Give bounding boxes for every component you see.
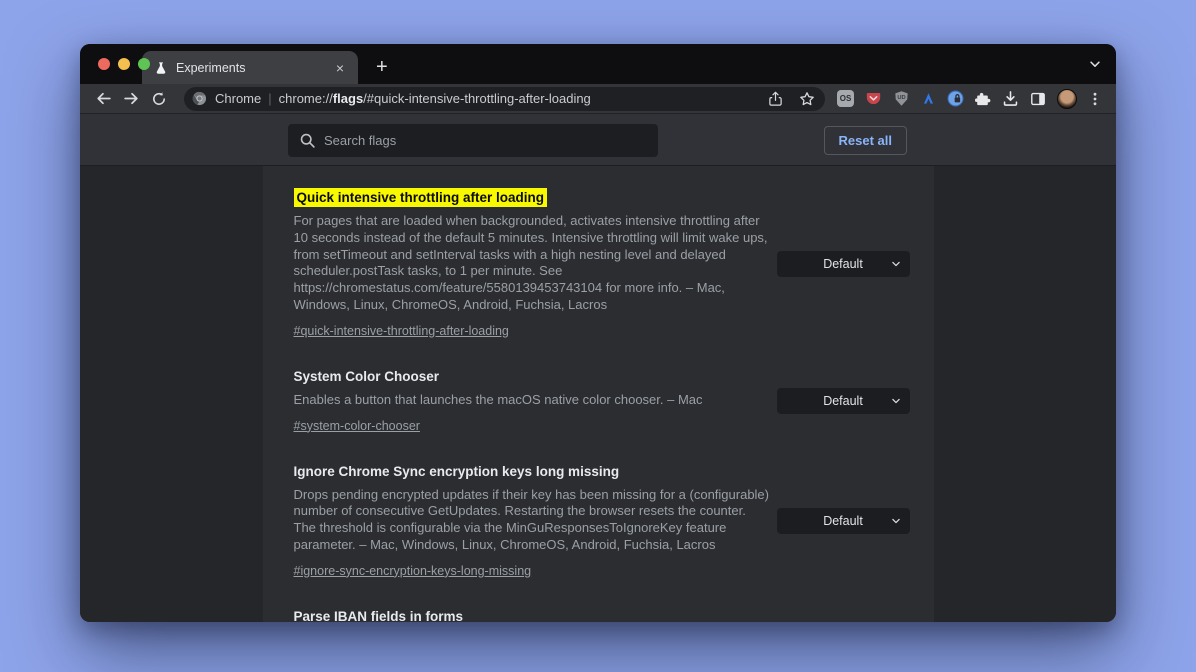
flag-title: Parse IBAN fields in forms [294, 608, 464, 622]
ud-shield-icon[interactable]: UD [893, 90, 910, 107]
tab-experiments[interactable]: Experiments × [142, 51, 358, 84]
flag-permalink[interactable]: #system-color-chooser [294, 419, 420, 433]
address-bar[interactable]: Chrome|chrome://flags/#quick-intensive-t… [184, 87, 825, 111]
search-icon [299, 132, 316, 149]
forward-button[interactable] [120, 88, 142, 110]
puzzle-extensions-icon[interactable] [975, 91, 991, 107]
tab-strip: Experiments × + [80, 44, 1116, 84]
lock-circle-icon[interactable] [947, 90, 964, 107]
search-input[interactable] [288, 124, 658, 157]
flag-select-value: Default [823, 394, 863, 408]
close-window-button[interactable] [98, 58, 110, 70]
flag-title: Ignore Chrome Sync encryption keys long … [294, 463, 620, 480]
tab-close-icon[interactable]: × [332, 59, 348, 77]
flag-row: Ignore Chrome Sync encryption keys long … [294, 463, 910, 580]
zoom-window-button[interactable] [138, 58, 150, 70]
download-icon[interactable] [1002, 90, 1019, 107]
flag-title: System Color Chooser [294, 368, 440, 385]
blue-ribbon-icon[interactable] [921, 91, 936, 106]
chevron-down-icon [891, 516, 901, 526]
chevron-down-icon [891, 259, 901, 269]
chrome-logo-icon [192, 91, 207, 106]
tab-title: Experiments [176, 61, 332, 75]
tab-search-chevron-icon[interactable] [1088, 44, 1102, 84]
share-icon[interactable] [768, 91, 783, 107]
search-flags-field [288, 124, 658, 157]
menu-kebab-icon[interactable] [1088, 91, 1102, 107]
flag-description: Drops pending encrypted updates if their… [294, 487, 772, 554]
flask-icon [154, 61, 168, 75]
back-button[interactable] [92, 88, 114, 110]
page-body: Quick intensive throttling after loading… [80, 166, 1116, 622]
svg-text:UD: UD [897, 95, 905, 101]
window-controls [98, 44, 150, 84]
new-tab-button[interactable]: + [370, 56, 394, 79]
flag-description: For pages that are loaded when backgroun… [294, 213, 772, 314]
flag-title: Quick intensive throttling after loading [294, 188, 548, 207]
flag-permalink[interactable]: #quick-intensive-throttling-after-loadin… [294, 324, 509, 338]
flag-select-value: Default [823, 514, 863, 528]
flag-permalink[interactable]: #ignore-sync-encryption-keys-long-missin… [294, 564, 532, 578]
flag-description: Enables a button that launches the macOS… [294, 392, 772, 409]
flag-row: Parse IBAN fields in forms When enabled,… [294, 608, 910, 622]
extension-os-icon[interactable]: OS [837, 90, 854, 107]
flag-select-dropdown[interactable]: Default [777, 388, 910, 414]
minimize-window-button[interactable] [118, 58, 130, 70]
side-panel-icon[interactable] [1030, 91, 1046, 107]
pocket-shield-icon[interactable] [865, 90, 882, 107]
profile-avatar[interactable] [1057, 89, 1077, 109]
bookmark-star-icon[interactable] [799, 91, 815, 107]
reload-button[interactable] [148, 88, 170, 110]
flags-header: Reset all [80, 114, 1116, 166]
chevron-down-icon [891, 396, 901, 406]
flag-select-dropdown[interactable]: Default [777, 508, 910, 534]
flags-list: Quick intensive throttling after loading… [263, 166, 934, 622]
flag-row: System Color Chooser Enables a button th… [294, 368, 910, 435]
flag-row: Quick intensive throttling after loading… [294, 188, 910, 340]
flag-select-dropdown[interactable]: Default [777, 251, 910, 277]
toolbar: Chrome|chrome://flags/#quick-intensive-t… [80, 84, 1116, 114]
browser-window: Experiments × + [80, 44, 1116, 622]
reset-all-button[interactable]: Reset all [824, 126, 907, 155]
url-text: Chrome|chrome://flags/#quick-intensive-t… [215, 91, 591, 106]
extension-icons: OS UD [837, 89, 1102, 109]
flag-select-value: Default [823, 257, 863, 271]
